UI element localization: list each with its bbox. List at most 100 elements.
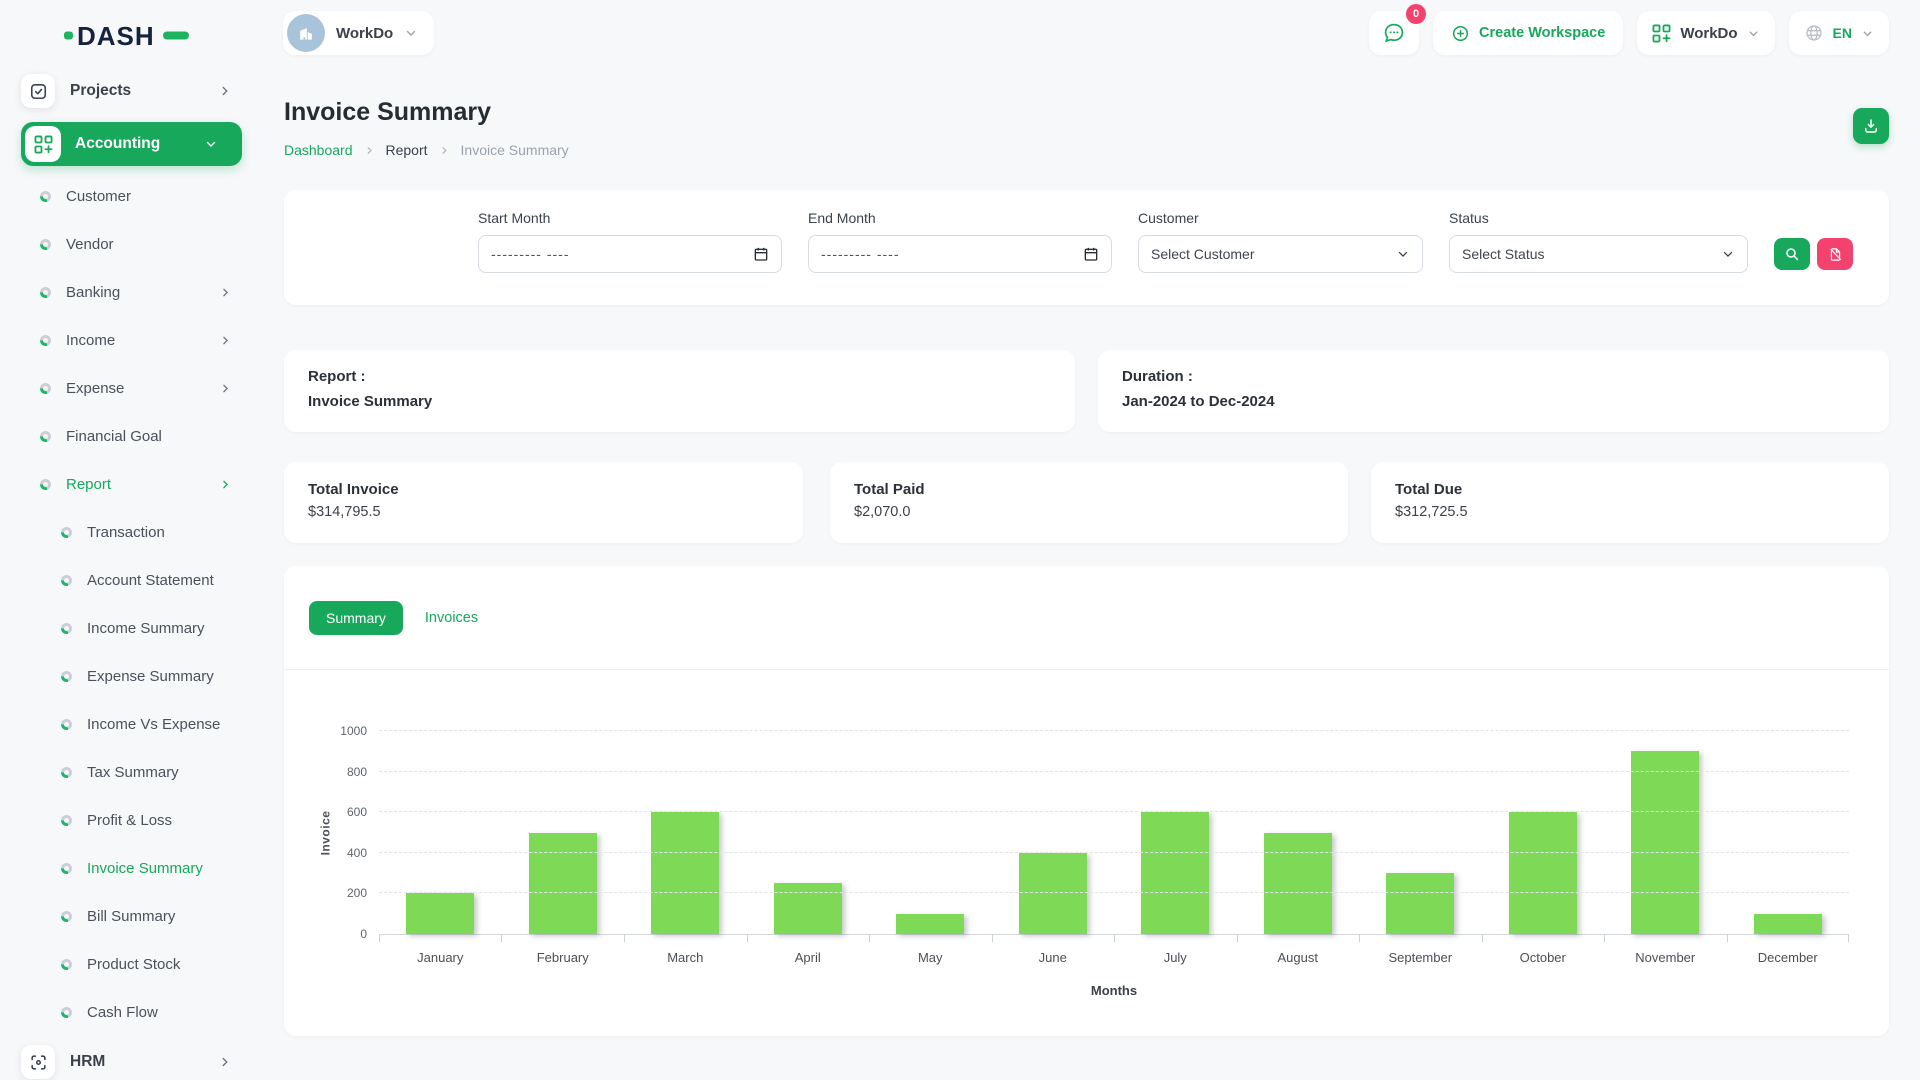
bullet-icon <box>61 719 72 730</box>
bar-may[interactable] <box>896 914 964 934</box>
bullet-icon <box>40 239 51 250</box>
gridline <box>379 730 1849 731</box>
sidebar-item-customer[interactable]: Customer <box>21 172 242 220</box>
create-workspace-button[interactable]: Create Workspace <box>1433 11 1623 55</box>
chat-bubble-icon <box>1382 21 1406 45</box>
bar-june[interactable] <box>1019 853 1087 934</box>
bullet-icon <box>61 623 72 634</box>
end-month-field: End Month --------- ---- <box>808 210 1112 273</box>
messages-button[interactable]: 0 <box>1369 11 1419 55</box>
sidebar-item-label: Invoice Summary <box>87 860 203 877</box>
sidebar-item-invoice-summary[interactable]: Invoice Summary <box>21 844 242 892</box>
tab-summary[interactable]: Summary <box>309 601 403 635</box>
sidebar-item-product-stock[interactable]: Product Stock <box>21 940 242 988</box>
sidebar-item-bill-summary[interactable]: Bill Summary <box>21 892 242 940</box>
sidebar-item-expense[interactable]: Expense <box>21 364 242 412</box>
sidebar-item-income-vs-expense[interactable]: Income Vs Expense <box>21 700 242 748</box>
x-axis-category-label: February <box>502 950 625 965</box>
bar-february[interactable] <box>529 833 597 935</box>
status-select[interactable]: Select Status <box>1449 235 1748 273</box>
sidebar-item-cash-flow[interactable]: Cash Flow <box>21 988 242 1036</box>
summary-chart-card: Summary Invoices Invoice 020040060080010… <box>284 566 1889 1036</box>
x-axis-tick <box>1848 934 1849 942</box>
customer-field: Customer Select Customer <box>1138 210 1423 273</box>
start-month-input[interactable]: --------- ---- <box>478 235 782 273</box>
tab-invoices[interactable]: Invoices <box>425 610 478 626</box>
x-axis-tick <box>869 934 870 942</box>
sidebar: Projects Accounting CustomerVendorBankin… <box>0 66 258 1080</box>
report-card-label: Report : <box>308 368 1051 385</box>
calendar-icon[interactable] <box>753 246 769 262</box>
sidebar-item-financial-goal[interactable]: Financial Goal <box>21 412 242 460</box>
plus-circle-icon <box>1451 24 1470 43</box>
y-axis-tick-label: 400 <box>347 846 367 860</box>
apply-filter-button[interactable] <box>1774 238 1810 270</box>
sidebar-item-expense-summary[interactable]: Expense Summary <box>21 652 242 700</box>
bar-september[interactable] <box>1386 873 1454 934</box>
bar-december[interactable] <box>1754 914 1822 934</box>
x-axis-category-labels: JanuaryFebruaryMarchAprilMayJuneJulyAugu… <box>379 950 1849 965</box>
language-selector[interactable]: EN <box>1789 11 1889 55</box>
bullet-icon <box>40 431 51 442</box>
bullet-icon <box>61 1007 72 1018</box>
x-axis-category-label: August <box>1237 950 1360 965</box>
total-invoice-card: Total Invoice $314,795.5 <box>284 462 803 543</box>
sidebar-item-hrm[interactable]: HRM <box>21 1040 242 1080</box>
y-axis-tick-label: 200 <box>347 886 367 900</box>
sidebar-item-transaction[interactable]: Transaction <box>21 508 242 556</box>
report-card-value: Invoice Summary <box>308 393 1051 410</box>
bar-january[interactable] <box>406 893 474 934</box>
stat-label: Total Paid <box>854 481 1324 498</box>
customer-select[interactable]: Select Customer <box>1138 235 1423 273</box>
app-logo[interactable]: DASH <box>64 20 190 50</box>
x-axis-tick <box>992 934 993 942</box>
app-switcher-button[interactable]: WorkDo <box>1637 11 1774 55</box>
sidebar-item-projects[interactable]: Projects <box>21 73 242 109</box>
sidebar-item-banking[interactable]: Banking <box>21 268 242 316</box>
end-month-input[interactable]: --------- ---- <box>808 235 1112 273</box>
chevron-down-icon <box>204 137 218 151</box>
bullet-icon <box>40 479 51 490</box>
reset-filter-button[interactable] <box>1817 238 1853 270</box>
chevron-down-icon <box>1747 27 1760 40</box>
x-axis-category-label: October <box>1482 950 1605 965</box>
bar-august[interactable] <box>1264 833 1332 935</box>
bar-april[interactable] <box>774 883 842 934</box>
x-axis-category-label: December <box>1727 950 1850 965</box>
grid-plus-icon <box>25 126 61 162</box>
breadcrumb-report[interactable]: Report <box>386 142 428 158</box>
sidebar-item-label: Account Statement <box>87 572 214 589</box>
sidebar-item-account-statement[interactable]: Account Statement <box>21 556 242 604</box>
tab-bar: Summary Invoices <box>284 566 1889 670</box>
start-month-field: Start Month --------- ---- <box>478 210 782 273</box>
workspace-switcher[interactable]: WorkDo <box>283 11 434 55</box>
breadcrumb-current: Invoice Summary <box>461 142 569 158</box>
calendar-icon[interactable] <box>1083 246 1099 262</box>
download-button[interactable] <box>1853 108 1889 144</box>
x-axis-category-label: November <box>1604 950 1727 965</box>
sidebar-item-accounting[interactable]: Accounting <box>21 122 242 166</box>
status-label: Status <box>1449 210 1748 226</box>
sidebar-item-label: Projects <box>70 82 218 100</box>
y-axis-tick-label: 800 <box>347 765 367 779</box>
breadcrumb-dashboard[interactable]: Dashboard <box>284 142 353 158</box>
sidebar-item-tax-summary[interactable]: Tax Summary <box>21 748 242 796</box>
sidebar-item-report[interactable]: Report <box>21 460 242 508</box>
sidebar-item-income-summary[interactable]: Income Summary <box>21 604 242 652</box>
gridline <box>379 892 1849 893</box>
bar-march[interactable] <box>651 812 719 934</box>
bar-july[interactable] <box>1141 812 1209 934</box>
bullet-icon <box>40 383 51 394</box>
x-axis-tick <box>747 934 748 942</box>
bullet-icon <box>40 335 51 346</box>
x-axis-tick <box>501 934 502 942</box>
gridline <box>379 811 1849 812</box>
x-axis-tick <box>379 934 380 942</box>
bar-october[interactable] <box>1509 812 1577 934</box>
chevron-right-icon <box>219 382 232 395</box>
bar-november[interactable] <box>1631 751 1699 934</box>
sidebar-item-income[interactable]: Income <box>21 316 242 364</box>
sidebar-item-profit-loss[interactable]: Profit & Loss <box>21 796 242 844</box>
x-axis-tick <box>1114 934 1115 942</box>
sidebar-item-vendor[interactable]: Vendor <box>21 220 242 268</box>
